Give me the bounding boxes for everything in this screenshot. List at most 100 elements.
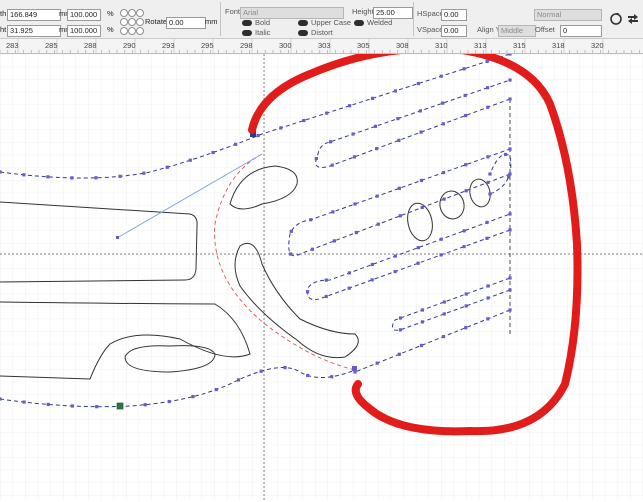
path-end-node[interactable] <box>352 366 357 371</box>
rotate-reset-icon[interactable] <box>609 12 623 26</box>
distort-toggle-icon[interactable] <box>298 30 308 36</box>
path-node[interactable] <box>305 290 310 294</box>
bold-toggle-icon[interactable] <box>242 20 252 26</box>
path-node[interactable] <box>396 117 400 121</box>
path-node[interactable] <box>289 229 293 233</box>
path-node[interactable] <box>442 300 446 304</box>
anchor-top-right-radio[interactable] <box>136 9 144 17</box>
anchor-top-center-radio[interactable] <box>128 9 136 17</box>
path-node[interactable] <box>442 197 446 201</box>
path-node[interactable] <box>508 228 512 232</box>
path-node[interactable] <box>373 124 378 128</box>
path-node[interactable] <box>348 104 352 108</box>
scale-x-input[interactable]: 100.000 <box>67 9 101 21</box>
path-node[interactable] <box>441 334 446 339</box>
anchor-bottom-left-radio[interactable] <box>120 27 128 35</box>
path-node[interactable] <box>375 147 379 151</box>
path-node[interactable] <box>486 155 490 159</box>
path-node[interactable] <box>0 397 2 401</box>
path-node[interactable] <box>507 175 511 179</box>
path-node[interactable] <box>418 109 422 113</box>
anchor-center-radio[interactable] <box>128 18 136 26</box>
path-node[interactable] <box>420 308 425 312</box>
path-node[interactable] <box>302 118 306 123</box>
path-node[interactable] <box>419 178 424 183</box>
path-node[interactable] <box>397 186 401 190</box>
anchor-middle-right-radio[interactable] <box>136 18 144 26</box>
path-node[interactable] <box>442 312 446 316</box>
path-node[interactable] <box>485 86 490 90</box>
path-node[interactable] <box>256 133 260 138</box>
path-node[interactable] <box>324 294 328 299</box>
path-node[interactable] <box>439 253 443 257</box>
path-node[interactable] <box>314 156 318 161</box>
path-node[interactable] <box>463 113 468 118</box>
path-node[interactable] <box>462 67 466 71</box>
path-node[interactable] <box>464 189 468 193</box>
path-node[interactable] <box>419 130 423 134</box>
path-node[interactable] <box>420 320 424 324</box>
path-node[interactable] <box>353 202 357 206</box>
path-node[interactable] <box>188 158 192 162</box>
vspace-input[interactable]: 0.00 <box>441 25 467 37</box>
scale-y-input[interactable]: 100.000 <box>67 25 101 37</box>
path-node[interactable] <box>347 271 352 275</box>
path-node[interactable] <box>420 205 424 210</box>
path-node[interactable] <box>143 403 147 407</box>
path-node[interactable] <box>310 247 315 251</box>
bezier-handle-node[interactable] <box>116 236 119 239</box>
path-node[interactable] <box>508 97 512 101</box>
path-node[interactable] <box>354 230 358 235</box>
path-node[interactable] <box>464 163 468 167</box>
upper-case-toggle-icon[interactable] <box>298 20 308 26</box>
italic-toggle-icon[interactable] <box>242 30 252 36</box>
path-node[interactable] <box>289 252 293 256</box>
path-node[interactable] <box>211 150 215 155</box>
path-node[interactable] <box>503 152 508 157</box>
path-node[interactable] <box>214 387 218 392</box>
path-node[interactable] <box>22 173 26 177</box>
path-node[interactable] <box>462 245 466 249</box>
path-node[interactable] <box>375 194 379 198</box>
path-node[interactable] <box>441 170 446 175</box>
path-node[interactable] <box>508 276 512 280</box>
path-node[interactable] <box>370 262 374 267</box>
path-node[interactable] <box>352 155 357 159</box>
path-node[interactable] <box>486 317 490 321</box>
path-node[interactable] <box>463 93 467 98</box>
path-node[interactable] <box>508 212 512 216</box>
path-node[interactable] <box>259 369 263 373</box>
flip-icon[interactable] <box>626 12 640 26</box>
selected-node[interactable] <box>116 402 124 410</box>
width-input[interactable]: 166.849 <box>7 9 61 21</box>
path-node[interactable] <box>464 304 468 308</box>
path-node[interactable] <box>508 308 512 312</box>
path-node[interactable] <box>191 395 195 399</box>
path-node[interactable] <box>398 316 403 320</box>
path-node[interactable] <box>485 220 489 225</box>
path-node[interactable] <box>351 132 355 136</box>
path-node[interactable] <box>486 105 490 109</box>
path-node[interactable] <box>329 140 333 144</box>
path-node[interactable] <box>95 405 99 409</box>
path-node[interactable] <box>462 229 466 233</box>
path-node[interactable] <box>441 101 445 105</box>
path-node[interactable] <box>46 175 50 179</box>
path-node[interactable] <box>393 254 397 258</box>
hspace-input[interactable]: 0.00 <box>441 9 467 21</box>
path-node[interactable] <box>485 59 489 63</box>
offset-input[interactable]: 0 <box>560 25 602 37</box>
path-node[interactable] <box>347 286 351 290</box>
path-node[interactable] <box>508 288 512 292</box>
path-node[interactable] <box>464 326 468 330</box>
path-node[interactable] <box>0 170 2 174</box>
path-node[interactable] <box>332 239 336 243</box>
path-node[interactable] <box>485 236 489 240</box>
path-node[interactable] <box>330 163 334 167</box>
mode-select[interactable]: Normal <box>534 9 602 21</box>
path-node[interactable] <box>416 246 420 250</box>
path-node[interactable] <box>508 52 512 56</box>
design-canvas[interactable] <box>0 44 643 500</box>
path-node[interactable] <box>325 111 329 115</box>
path-node[interactable] <box>486 180 490 184</box>
